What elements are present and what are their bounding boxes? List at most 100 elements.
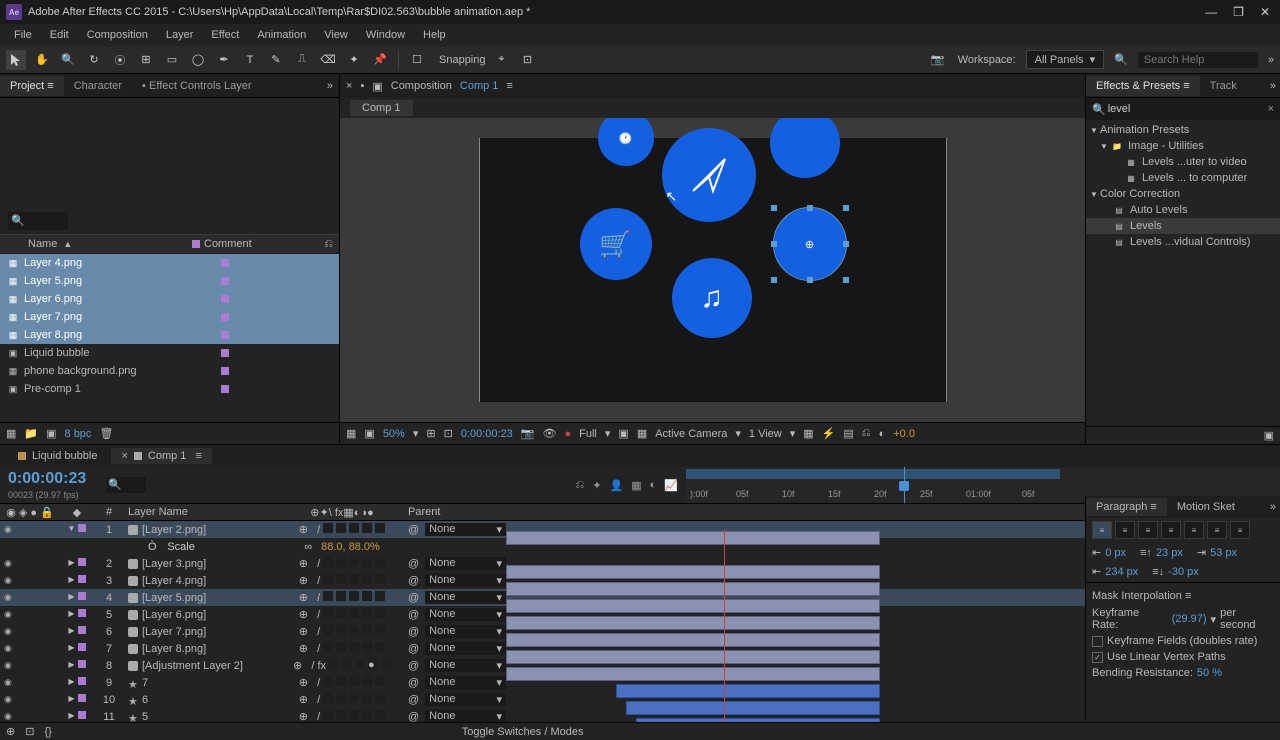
pickwhip-icon[interactable]: @ <box>408 660 419 672</box>
label-color[interactable] <box>78 677 86 685</box>
clone-tool-icon[interactable]: ⎍ <box>292 50 312 70</box>
bubble-clock[interactable]: 🕐 <box>598 118 654 166</box>
menu-help[interactable]: Help <box>415 27 454 43</box>
composition-name[interactable]: Comp 1 <box>460 80 499 92</box>
delete-icon[interactable]: 🗑 <box>99 427 113 440</box>
project-item[interactable]: ▦Layer 8.png <box>0 326 339 344</box>
timeline-opt2-icon[interactable]: ⊡ <box>25 725 34 738</box>
switches-area[interactable]: ⊕ / <box>299 557 320 570</box>
cc-sync-icon[interactable]: 📷 <box>928 50 948 70</box>
label-color[interactable] <box>221 313 229 321</box>
pickwhip-icon[interactable]: @ <box>408 575 419 587</box>
project-item[interactable]: ▦Layer 4.png <box>0 254 339 272</box>
keyframe-fields-checkbox[interactable] <box>1092 636 1103 647</box>
tree-levels-computer[interactable]: ▦Levels ... to computer <box>1086 170 1280 186</box>
twirl-icon[interactable]: ▶ <box>68 626 74 638</box>
tab-effects-presets[interactable]: Effects & Presets ≡ <box>1086 76 1200 96</box>
draft3d-icon[interactable]: ✦ <box>592 479 601 492</box>
sort-asc-icon[interactable]: ▲ <box>63 239 72 249</box>
view-caret-icon[interactable]: ▾ <box>790 427 796 440</box>
workspace-dropdown[interactable]: All Panels ▾ <box>1026 50 1105 69</box>
visibility-toggle[interactable]: ◉ <box>4 575 16 586</box>
timeline-tab-comp1[interactable]: ×Comp 1 ≡ <box>111 448 211 464</box>
fast-preview-icon[interactable]: ⚡ <box>822 427 836 440</box>
timeline-opt3-icon[interactable]: {} <box>44 726 51 738</box>
view-dropdown[interactable]: 1 View <box>749 428 782 440</box>
bubble-send[interactable] <box>662 128 756 222</box>
interpret-icon[interactable]: ▦ <box>6 427 16 440</box>
project-item[interactable]: ▦Layer 7.png <box>0 308 339 326</box>
label-color[interactable] <box>78 694 86 702</box>
comp-close-icon[interactable]: × <box>346 80 352 92</box>
timeline-icon[interactable]: ▤ <box>843 427 853 440</box>
roto-tool-icon[interactable]: ✦ <box>344 50 364 70</box>
bubble-music[interactable]: ♫ <box>672 258 752 338</box>
res-caret-icon[interactable]: ▾ <box>605 427 611 440</box>
layer-duration-bar[interactable] <box>506 599 880 613</box>
zoom-tool-icon[interactable]: 🔍 <box>58 50 78 70</box>
rate-caret-icon[interactable]: ▾ <box>1211 613 1217 626</box>
parent-dropdown[interactable]: None▾ <box>425 591 506 604</box>
zoom-dropdown[interactable]: 50% <box>383 428 405 440</box>
keyframe-rate-value[interactable]: (29.97) <box>1172 613 1207 625</box>
roi-icon[interactable]: ▣ <box>618 427 628 440</box>
label-color[interactable] <box>221 331 229 339</box>
justify-last-center-icon[interactable]: ≡ <box>1184 521 1204 539</box>
twirl-icon[interactable]: ▶ <box>68 660 74 672</box>
always-preview-icon[interactable]: ▦ <box>346 427 356 440</box>
layer-duration-bar[interactable] <box>506 667 880 681</box>
switches-area[interactable]: ⊕ / <box>299 574 320 587</box>
align-right-icon[interactable]: ≡ <box>1138 521 1158 539</box>
pen-tool-icon[interactable]: ✒ <box>214 50 234 70</box>
switches-area[interactable]: ⊕ / <box>299 693 320 706</box>
layer-name[interactable]: [Layer 2.png] <box>142 524 206 536</box>
parent-dropdown[interactable]: None▾ <box>425 676 506 689</box>
visibility-toggle[interactable]: ◉ <box>4 592 16 603</box>
twirl-icon[interactable]: ▶ <box>68 677 74 689</box>
project-item[interactable]: ▣Pre-comp 1 <box>0 380 339 398</box>
justify-last-right-icon[interactable]: ≡ <box>1207 521 1227 539</box>
pickwhip-icon[interactable]: @ <box>408 643 419 655</box>
snap-opt2-icon[interactable]: ⊡ <box>518 50 538 70</box>
label-color[interactable] <box>78 558 86 566</box>
timeline-opt1-icon[interactable]: ⊕ <box>6 725 15 738</box>
layer-name[interactable]: [Layer 5.png] <box>142 592 206 604</box>
align-center-icon[interactable]: ≡ <box>1115 521 1135 539</box>
label-color[interactable] <box>78 711 86 719</box>
menu-animation[interactable]: Animation <box>249 27 314 43</box>
label-color[interactable] <box>221 349 229 357</box>
tree-color-correction[interactable]: ▼Color Correction <box>1086 186 1280 202</box>
project-item[interactable]: ▦Layer 6.png <box>0 290 339 308</box>
layer-name[interactable]: [Layer 8.png] <box>142 643 206 655</box>
parent-dropdown[interactable]: None▾ <box>425 608 506 621</box>
parent-dropdown[interactable]: None▾ <box>425 523 506 536</box>
visibility-toggle[interactable]: ◉ <box>4 609 16 620</box>
visibility-toggle[interactable]: ◉ <box>4 524 16 535</box>
pickwhip-icon[interactable]: @ <box>408 524 419 536</box>
project-item[interactable]: ▦phone background.png <box>0 362 339 380</box>
align-left-icon[interactable]: ≡ <box>1092 521 1112 539</box>
layer-duration-bar[interactable] <box>506 565 880 579</box>
tree-levels[interactable]: ▤Levels <box>1086 218 1280 234</box>
pickwhip-icon[interactable]: @ <box>408 609 419 621</box>
ellipse-tool-icon[interactable]: ◯ <box>188 50 208 70</box>
label-color[interactable] <box>221 277 229 285</box>
twirl-icon[interactable]: ▶ <box>68 558 74 570</box>
maximize-button[interactable]: ❐ <box>1233 5 1244 19</box>
twirl-icon[interactable]: ▼ <box>68 524 76 536</box>
tab-project[interactable]: Project ≡ <box>0 76 64 96</box>
frame-blend-icon[interactable]: ▦ <box>631 479 641 492</box>
justify-all-icon[interactable]: ≡ <box>1230 521 1250 539</box>
tab-motion-sketch[interactable]: Motion Sket <box>1167 498 1245 516</box>
timeline-tab-liquid[interactable]: Liquid bubble <box>8 448 107 464</box>
parent-dropdown[interactable]: None▾ <box>425 574 506 587</box>
twirl-icon[interactable]: ▶ <box>68 592 74 604</box>
comp-menu-icon[interactable]: ≡ <box>506 80 512 92</box>
panel-menu-icon[interactable]: » <box>1268 54 1274 66</box>
first-line-value[interactable]: 234 px <box>1105 566 1138 578</box>
visibility-toggle[interactable]: ◉ <box>4 711 16 722</box>
project-search-input[interactable] <box>8 212 68 230</box>
parent-dropdown[interactable]: None▾ <box>425 642 506 655</box>
exposure-value[interactable]: +0.0 <box>893 428 915 440</box>
tree-levels-controls[interactable]: ▤Levels ...vidual Controls) <box>1086 234 1280 250</box>
